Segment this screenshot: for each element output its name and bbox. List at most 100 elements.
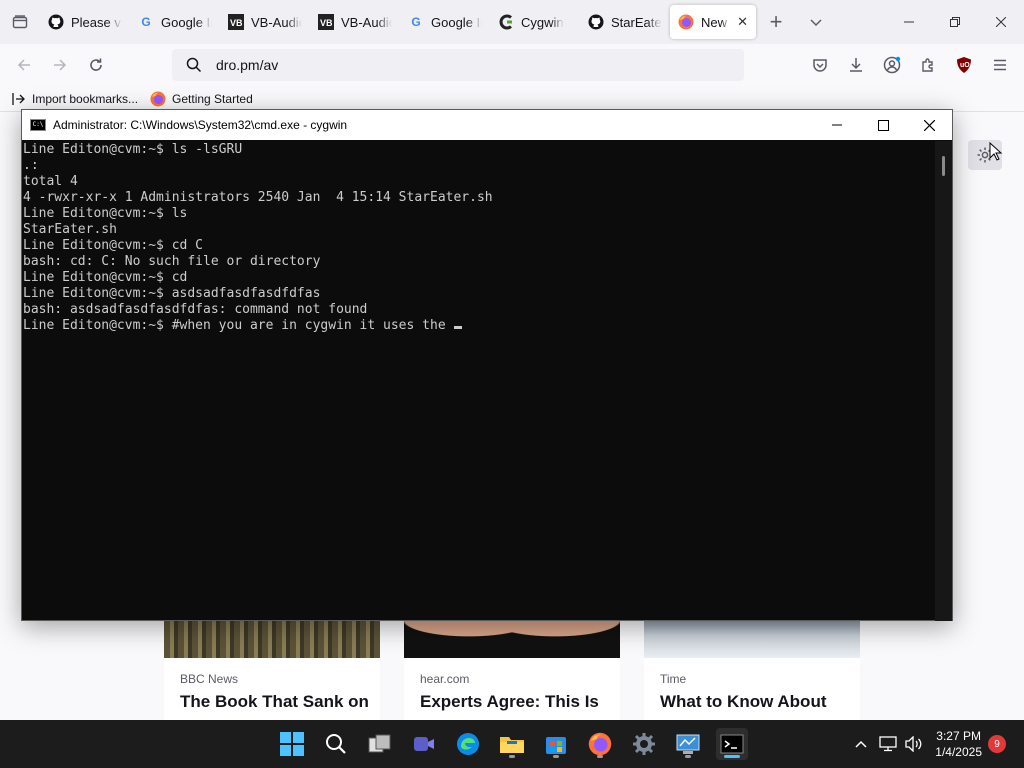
start-button[interactable] (276, 728, 308, 760)
new-tab-button[interactable]: + (756, 9, 796, 35)
reload-button[interactable] (78, 49, 114, 81)
tab[interactable]: G Google Images (400, 5, 490, 39)
svg-text:uO: uO (960, 62, 970, 69)
task-view-icon (368, 734, 391, 753)
speaker-icon (905, 736, 922, 752)
terminal-output[interactable]: Line Editon@cvm:~$ ls -lsGRU.: total 44 -… (22, 141, 934, 621)
ublock-shield-icon: uO (957, 57, 971, 73)
cmd-titlebar[interactable]: C:\ Administrator: C:\Windows\System32\c… (22, 110, 952, 140)
firefox-icon (150, 91, 166, 106)
running-indicator (553, 755, 559, 758)
google-icon: G (411, 15, 421, 29)
edge-button[interactable] (452, 728, 484, 760)
news-thumbnail (644, 620, 860, 658)
github-icon (588, 14, 604, 30)
url-text[interactable]: dro.pm/av (216, 57, 278, 73)
terminal-line: Line Editon@cvm:~$ cd C (23, 238, 204, 253)
cmd-taskbar-button[interactable] (716, 728, 748, 760)
restore-icon (950, 17, 960, 27)
terminal-input-line[interactable]: Line Editon@cvm:~$ #when you are in cygw… (23, 318, 934, 334)
terminal-line: bash: asdsadfasdfasdfdfas: command not f… (23, 302, 368, 317)
terminal-line: Line Editon@cvm:~$ cd (23, 270, 188, 285)
close-icon (923, 119, 935, 131)
firefox-icon (588, 732, 612, 756)
forward-button[interactable] (42, 49, 78, 81)
svg-text:VB: VB (230, 18, 243, 28)
bookmark-getting-started[interactable]: Getting Started (150, 91, 253, 107)
news-thumbnail (404, 620, 620, 658)
forward-arrow-icon (54, 59, 67, 71)
tab[interactable]: VB VB-Audio (220, 5, 310, 39)
downloads-button[interactable] (838, 49, 874, 81)
google-icon: G (141, 15, 151, 29)
list-all-tabs-button[interactable] (796, 15, 836, 29)
news-card[interactable]: BBC News The Book That Sank on (164, 620, 380, 720)
hamburger-menu-icon (994, 59, 1006, 71)
control-panel-button[interactable] (672, 728, 704, 760)
terminal-line: StarEater.sh (23, 222, 117, 237)
terminal-line: Line Editon@cvm:~$ ls (23, 206, 188, 221)
news-card[interactable]: hear.com Experts Agree: This Is (404, 620, 620, 720)
tab[interactable]: G Google Images (130, 5, 220, 39)
tab[interactable]: Please verify (40, 5, 130, 39)
cmd-minimize-button[interactable] (814, 110, 860, 140)
system-tray: 3:27 PM 1/4/2025 9 (847, 720, 1024, 768)
cmd-icon: C:\ (30, 119, 46, 131)
search-button[interactable] (320, 728, 352, 760)
cmd-scrollbar[interactable] (935, 141, 952, 621)
terminal-line: .: (23, 158, 39, 173)
task-view-button[interactable] (364, 728, 396, 760)
url-bar[interactable]: dro.pm/av (172, 49, 744, 81)
account-icon (883, 56, 901, 74)
tab[interactable]: Cygwin (490, 5, 580, 39)
firefox-view-button[interactable] (0, 0, 40, 44)
close-tab-icon[interactable]: ✕ (737, 14, 748, 30)
github-icon (48, 14, 64, 30)
maximize-icon (877, 119, 889, 131)
minimize-icon (832, 124, 842, 126)
tab-active[interactable]: New Tab ✕ (670, 5, 756, 39)
meet-button[interactable] (408, 728, 440, 760)
volume-button[interactable] (901, 736, 927, 752)
clock-time: 3:27 PM (936, 729, 981, 743)
minimize-button[interactable] (886, 0, 932, 44)
back-arrow-icon (17, 59, 30, 71)
mouse-pointer-icon (989, 142, 1003, 161)
news-card[interactable]: Time What to Know About (644, 620, 860, 720)
import-icon (12, 92, 25, 105)
network-button[interactable] (875, 736, 901, 752)
account-button[interactable] (874, 49, 910, 81)
clock-date: 1/4/2025 (935, 745, 982, 759)
search-icon (326, 734, 346, 754)
menu-button[interactable] (982, 49, 1018, 81)
close-window-button[interactable] (978, 0, 1024, 44)
active-indicator (724, 755, 740, 758)
cmd-close-button[interactable] (906, 110, 952, 140)
bookmark-import[interactable]: Import bookmarks... (12, 92, 138, 106)
pocket-button[interactable] (802, 49, 838, 81)
show-hidden-icons-button[interactable] (847, 740, 875, 748)
firefox-view-icon (12, 15, 28, 29)
extensions-button[interactable] (910, 49, 946, 81)
terminal-icon (720, 734, 744, 754)
scrollbar-thumb[interactable] (942, 156, 945, 176)
terminal-line: Line Editon@cvm:~$ ls -lsGRU (23, 142, 243, 157)
clock[interactable]: 3:27 PM 1/4/2025 (935, 728, 982, 760)
tab[interactable]: StarEater (580, 5, 670, 39)
cmd-window[interactable]: C:\ Administrator: C:\Windows\System32\c… (21, 109, 953, 621)
restore-button[interactable] (932, 0, 978, 44)
notification-badge[interactable]: 9 (988, 735, 1006, 753)
vb-audio-icon: VB (228, 14, 244, 30)
file-explorer-button[interactable] (496, 728, 528, 760)
firefox-taskbar-button[interactable] (584, 728, 616, 760)
navigation-toolbar: dro.pm/av uO (0, 44, 1024, 86)
search-icon (186, 57, 202, 73)
back-button[interactable] (6, 49, 42, 81)
tab[interactable]: VB VB-Audio (310, 5, 400, 39)
settings-taskbar-button[interactable] (628, 728, 660, 760)
ublock-origin-button[interactable]: uO (946, 49, 982, 81)
vb-audio-icon: VB (318, 14, 334, 30)
store-button[interactable] (540, 728, 572, 760)
cmd-maximize-button[interactable] (860, 110, 906, 140)
tab-bar: Please verify G Google Images VB VB-Audi… (0, 0, 1024, 44)
